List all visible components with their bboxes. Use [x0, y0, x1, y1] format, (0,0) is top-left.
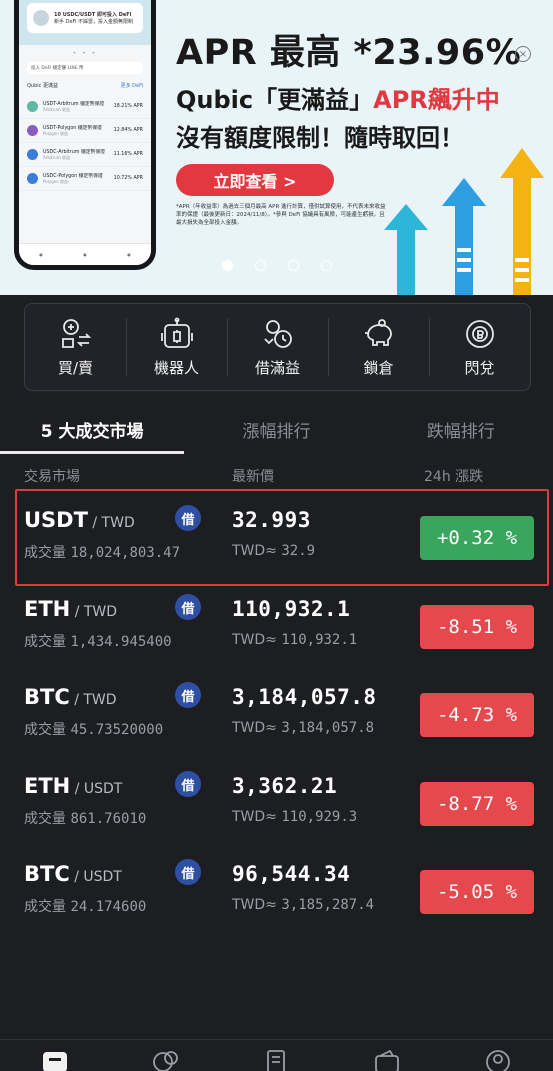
change-badge[interactable]: -8.51 % — [420, 605, 534, 649]
last-price: 3,362.21 — [232, 774, 338, 798]
column-change: 24h 漲跌 — [424, 469, 484, 485]
tab-losers[interactable]: 跌幅排行 — [369, 404, 553, 454]
bottom-nav — [0, 1039, 553, 1071]
twd-equivalent: TWD≈ 32.9 — [232, 543, 316, 559]
phone-mockup: 10 USDC/USDT 即可投入 DeFi 新手 DeFi 不踩雷，投入金額無限… — [14, 0, 156, 270]
phone-section-title: Qubic 更滿益 — [27, 83, 59, 89]
twd-equivalent: TWD≈ 110,932.1 — [232, 632, 358, 648]
robot-icon — [160, 317, 193, 348]
change-badge[interactable]: -8.77 % — [420, 782, 534, 826]
market-pair: USDT / TWD — [24, 508, 135, 532]
quick-menu-label: 借滿益 — [254, 358, 300, 377]
quick-menu-loan[interactable]: 借滿益 — [227, 304, 328, 390]
buy-sell-icon — [61, 318, 91, 348]
borrow-badge[interactable]: 借 — [175, 682, 201, 708]
phone-product-row: USDT-Polygon 穩定幣保證 Polygon 收益 12.84% APR — [19, 119, 151, 143]
quick-menu-label: 閃兌 — [464, 358, 495, 377]
arrow-up-icon — [384, 204, 428, 295]
quick-menu-swap[interactable]: 閃兌 — [429, 304, 530, 390]
promo-banner[interactable]: 10 USDC/USDT 即可投入 DeFi 新手 DeFi 不踩雷，投入金額無限… — [0, 0, 553, 295]
banner-subtitle: Qubic「更滿益」APR飆升中 — [176, 86, 500, 114]
banner-title: APR 最高 *23.96% — [176, 33, 522, 73]
market-tabs: 5 大成交市場 漲幅排行 跌幅排行 — [0, 404, 553, 454]
borrow-badge[interactable]: 借 — [175, 594, 201, 620]
quick-menu-lock[interactable]: 鎖倉 — [328, 304, 429, 390]
carousel-indicator[interactable] — [222, 260, 332, 271]
column-price: 最新價 — [232, 469, 274, 485]
last-price: 110,932.1 — [232, 597, 351, 621]
market-pair: ETH / USDT — [24, 774, 123, 798]
borrow-badge[interactable]: 借 — [175, 859, 201, 885]
carousel-dot[interactable] — [321, 260, 332, 271]
market-pair: BTC / USDT — [24, 862, 122, 886]
carousel-dot[interactable] — [222, 260, 233, 271]
market-row[interactable]: BTC / USDT 借 成交量 24.174600 96,544.34 TWD… — [0, 848, 553, 936]
nav-wallet[interactable] — [372, 1048, 402, 1071]
tab-top-markets[interactable]: 5 大成交市場 — [0, 404, 185, 454]
phone-promo-card: 10 USDC/USDT 即可投入 DeFi 新手 DeFi 不踩雷，投入金額無限… — [27, 3, 143, 33]
swap-icon — [465, 319, 494, 348]
nav-exchange[interactable] — [40, 1048, 70, 1071]
twd-equivalent: TWD≈ 3,185,287.4 — [232, 897, 375, 913]
market-column-headers: 交易市場 最新價 24h 漲跌 — [0, 466, 553, 488]
change-badge[interactable]: +0.32 % — [420, 516, 534, 560]
phone-section-link: 更多 DeFi — [120, 83, 143, 89]
last-price: 96,544.34 — [232, 862, 351, 886]
exchange-icon — [43, 1052, 68, 1071]
volume: 成交量 1,434.945400 — [24, 634, 172, 650]
arrow-up-icon — [500, 148, 544, 295]
bot-icon — [152, 1051, 178, 1071]
twd-equivalent: TWD≈ 3,184,057.8 — [232, 720, 375, 736]
last-price: 32.993 — [232, 508, 311, 532]
quick-menu-robot[interactable]: 機器人 — [126, 304, 227, 390]
change-badge[interactable]: -4.73 % — [420, 693, 534, 737]
banner-disclaimer: *APR（年收益率）為過去三個月最高 APR 進行計算，僅供試算使用，不代表未來… — [176, 204, 386, 226]
change-badge[interactable]: -5.05 % — [420, 870, 534, 914]
loan-icon — [263, 319, 292, 348]
nav-bot[interactable] — [151, 1048, 181, 1071]
phone-product-row: USDC-Polygon 穩定幣保證 Polygon 收益 10.72% APR — [19, 167, 151, 191]
market-pair: BTC / TWD — [24, 685, 117, 709]
close-icon[interactable]: × — [515, 46, 531, 62]
quick-menu-label: 買/賣 — [57, 358, 94, 377]
arrow-up-icon — [442, 178, 486, 295]
borrow-badge[interactable]: 借 — [175, 505, 201, 531]
volume: 成交量 861.76010 — [24, 811, 147, 827]
market-row[interactable]: USDT / TWD 借 成交量 18,024,803.47 32.993 TW… — [0, 494, 553, 582]
view-now-button[interactable]: 立即查看 > — [176, 164, 334, 196]
wallet-icon — [375, 1049, 399, 1071]
column-market: 交易市場 — [24, 469, 80, 485]
piggy-bank-icon — [364, 318, 392, 346]
phone-nav: ● ● ● — [19, 243, 151, 265]
phone-product-row: USDC-Arbitrum 穩定幣保證 Arbitrum 收益 11.16% AP… — [19, 143, 151, 167]
carousel-dot[interactable] — [255, 260, 266, 271]
quick-menu-buy-sell[interactable]: 買/賣 — [25, 304, 126, 390]
volume: 成交量 18,024,803.47 — [24, 545, 181, 561]
volume: 成交量 24.174600 — [24, 899, 147, 915]
carousel-dot[interactable] — [288, 260, 299, 271]
profile-icon — [485, 1050, 510, 1071]
market-row[interactable]: ETH / USDT 借 成交量 861.76010 3,362.21 TWD≈… — [0, 760, 553, 848]
nav-profile[interactable] — [483, 1048, 513, 1071]
twd-equivalent: TWD≈ 110,929.3 — [232, 809, 358, 825]
market-pair: ETH / TWD — [24, 597, 118, 621]
phone-product-row: USDT-Arbitrum 穩定幣保證 Arbitrum 收益 18.21% AP… — [19, 95, 151, 119]
volume: 成交量 45.73520000 — [24, 722, 164, 738]
orders-icon — [267, 1050, 286, 1071]
market-row[interactable]: ETH / TWD 借 成交量 1,434.945400 110,932.1 T… — [0, 583, 553, 671]
tab-gainers[interactable]: 漲幅排行 — [184, 404, 368, 454]
banner-subtitle-2: 沒有額度限制！隨時取回！ — [176, 124, 464, 152]
market-row[interactable]: BTC / TWD 借 成交量 45.73520000 3,184,057.8 … — [0, 671, 553, 759]
borrow-badge[interactable]: 借 — [175, 771, 201, 797]
nav-orders[interactable] — [261, 1048, 291, 1071]
last-price: 3,184,057.8 — [232, 685, 377, 709]
quick-menu-label: 鎖倉 — [363, 358, 394, 377]
quick-menu: 買/賣 機器人 借滿益 鎖倉 閃兌 — [24, 303, 531, 391]
quick-menu-label: 機器人 — [153, 358, 199, 377]
phone-bar: 投入 DeFi 穩定賺 LINE 幣 — [27, 62, 143, 74]
